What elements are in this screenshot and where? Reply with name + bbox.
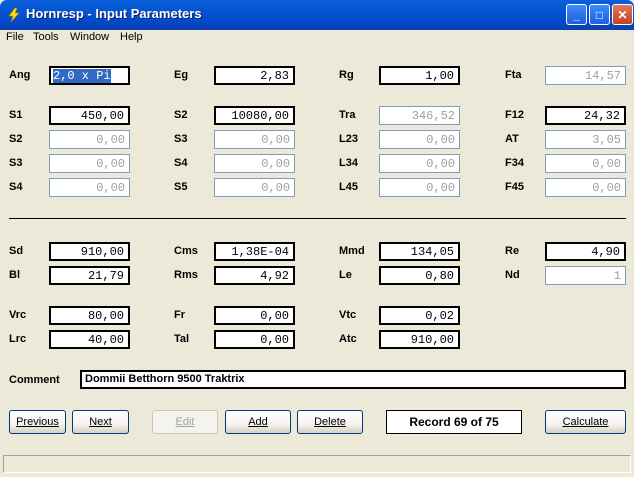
field-rms[interactable]: 4,92 — [214, 266, 295, 285]
label-f12: F12 — [505, 109, 524, 121]
field-at: 3,05 — [545, 130, 626, 149]
field-f45: 0,00 — [545, 178, 626, 197]
field-re[interactable]: 4,90 — [545, 242, 626, 261]
field-cms[interactable]: 1,38E-04 — [214, 242, 295, 261]
label-l23: L23 — [339, 133, 358, 145]
app-lightning-icon — [8, 7, 20, 23]
delete-button[interactable]: Delete — [297, 410, 363, 434]
label-s3: S3 — [9, 157, 23, 169]
maximize-button[interactable]: □ — [589, 4, 610, 25]
label-le: Le — [339, 269, 352, 281]
field-l23: 0,00 — [379, 130, 460, 149]
minimize-icon: _ — [573, 7, 580, 22]
label-mmd: Mmd — [339, 245, 365, 257]
field-rg[interactable]: 1,00 — [379, 66, 460, 85]
field-s3-col2: 0,00 — [214, 130, 295, 149]
label-comment: Comment — [9, 374, 60, 386]
label-vtc: Vtc — [339, 309, 357, 321]
field-s2-col2[interactable]: 10080,00 — [214, 106, 295, 125]
label-s4-col2: S4 — [174, 157, 188, 169]
label-ang: Ang — [9, 69, 31, 81]
comment-field[interactable]: Dommii Betthorn 9500 Traktrix — [80, 370, 626, 389]
label-fta: Fta — [505, 69, 522, 81]
section-divider — [9, 218, 626, 219]
next-button[interactable]: Next — [72, 410, 129, 434]
field-vtc[interactable]: 0,02 — [379, 306, 460, 325]
label-atc: Atc — [339, 333, 357, 345]
label-bl: Bl — [9, 269, 20, 281]
label-at: AT — [505, 133, 519, 145]
field-l45: 0,00 — [379, 178, 460, 197]
title-bar[interactable]: Hornresp - Input Parameters _ □ ✕ — [0, 0, 634, 30]
menu-tools[interactable]: Tools — [33, 31, 59, 43]
label-rms: Rms — [174, 269, 198, 281]
field-bl[interactable]: 21,79 — [49, 266, 130, 285]
calculate-button[interactable]: Calculate — [545, 410, 626, 434]
menu-file[interactable]: File — [6, 31, 24, 43]
label-l45: L45 — [339, 181, 358, 193]
field-mmd[interactable]: 134,05 — [379, 242, 460, 261]
record-counter: Record 69 of 75 — [386, 410, 522, 434]
label-l34: L34 — [339, 157, 358, 169]
label-tra: Tra — [339, 109, 356, 121]
label-rg: Rg — [339, 69, 354, 81]
field-f12[interactable]: 24,32 — [545, 106, 626, 125]
field-nd: 1 — [545, 266, 626, 285]
field-s4-col2: 0,00 — [214, 154, 295, 173]
label-re: Re — [505, 245, 520, 257]
label-s1: S1 — [9, 109, 23, 121]
label-s5: S5 — [174, 181, 188, 193]
label-lrc: Lrc — [9, 333, 27, 345]
label-eg: Eg — [174, 69, 189, 81]
add-button[interactable]: Add — [225, 410, 291, 434]
field-f34: 0,00 — [545, 154, 626, 173]
label-nd: Nd — [505, 269, 520, 281]
label-s4: S4 — [9, 181, 23, 193]
menu-help[interactable]: Help — [120, 31, 143, 43]
field-le[interactable]: 0,80 — [379, 266, 460, 285]
label-s2: S2 — [9, 133, 23, 145]
field-fta: 14,57 — [545, 66, 626, 85]
previous-button[interactable]: Previous — [9, 410, 66, 434]
field-tra: 346,52 — [379, 106, 460, 125]
field-s5: 0,00 — [214, 178, 295, 197]
field-ang[interactable]: 2,0 x Pi — [49, 66, 130, 85]
field-atc[interactable]: 910,00 — [379, 330, 460, 349]
label-fr: Fr — [174, 309, 185, 321]
edit-button: Edit — [152, 410, 218, 434]
field-fr[interactable]: 0,00 — [214, 306, 295, 325]
field-lrc[interactable]: 40,00 — [49, 330, 130, 349]
field-s1[interactable]: 450,00 — [49, 106, 130, 125]
window-title: Hornresp - Input Parameters — [26, 6, 202, 21]
close-button[interactable]: ✕ — [612, 4, 633, 25]
label-vrc: Vrc — [9, 309, 27, 321]
label-f45: F45 — [505, 181, 524, 193]
field-s3: 0,00 — [49, 154, 130, 173]
label-f34: F34 — [505, 157, 524, 169]
field-sd[interactable]: 910,00 — [49, 242, 130, 261]
status-bar — [3, 455, 631, 473]
field-s4: 0,00 — [49, 178, 130, 197]
minimize-button[interactable]: _ — [566, 4, 587, 25]
label-cms: Cms — [174, 245, 198, 257]
label-tal: Tal — [174, 333, 190, 345]
menu-window[interactable]: Window — [70, 31, 109, 43]
maximize-icon: □ — [595, 7, 604, 22]
field-ang-value: 2,0 x Pi — [53, 69, 111, 83]
menu-bar: File Tools Window Help — [0, 30, 634, 48]
field-vrc[interactable]: 80,00 — [49, 306, 130, 325]
field-l34: 0,00 — [379, 154, 460, 173]
label-s3-col2: S3 — [174, 133, 188, 145]
field-tal[interactable]: 0,00 — [214, 330, 295, 349]
close-icon: ✕ — [617, 7, 628, 22]
label-sd: Sd — [9, 245, 24, 257]
field-s2: 0,00 — [49, 130, 130, 149]
label-s2-col2: S2 — [174, 109, 188, 121]
field-eg[interactable]: 2,83 — [214, 66, 295, 85]
